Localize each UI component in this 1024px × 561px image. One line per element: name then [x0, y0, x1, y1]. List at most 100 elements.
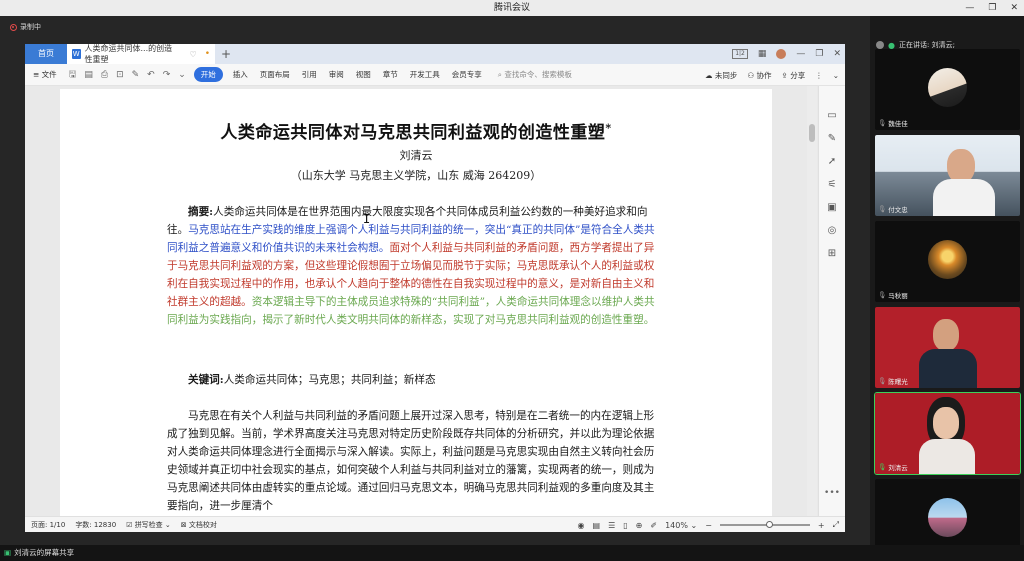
export-pdf-icon[interactable]: ▤ — [84, 70, 93, 80]
tab-pin-icon[interactable]: ♡ — [190, 50, 197, 59]
close-icon[interactable]: ✕ — [1010, 0, 1018, 16]
page-indicator[interactable]: 页面: 1/10 — [31, 520, 65, 530]
document-page[interactable]: 人类命运共同体对马克思共同利益观的创造性重塑* 刘清云 （山东大学 马克思主义学… — [60, 89, 772, 516]
document-canvas[interactable]: 人类命运共同体对马克思共同利益观的创造性重塑* 刘清云 （山东大学 马克思主义学… — [25, 86, 845, 516]
screen-share-status[interactable]: 刘清云的屏幕共享 — [14, 548, 74, 557]
keywords-paragraph: 关键词:人类命运共同体；马克思；共同利益；新样态 — [167, 371, 663, 389]
meeting-titlebar: 腾讯会议 — ❐ ✕ — [0, 0, 1024, 16]
minimize-icon[interactable]: — — [965, 0, 974, 16]
file-menu[interactable]: ≡ 文件 — [33, 69, 57, 80]
abstract-paragraph: 摘要:人类命运共同体是在世界范围内最大限度实现各个共同体成员利益公约数的一种美好… — [167, 203, 663, 365]
status-bar: 页面: 1/10 字数: 12830 ☑ 拼写检查 ⌄ ⊠ 文档校对 ◉ ▤ ☰… — [25, 516, 845, 532]
participant-name-label: 🎙 马秋丽 — [878, 290, 908, 300]
recording-indicator[interactable]: 录制中 — [10, 22, 41, 32]
restore-icon[interactable]: ❐ — [815, 49, 823, 59]
collaborate-button[interactable]: ⚇ 协作 — [747, 70, 771, 81]
spellcheck-toggle[interactable]: ☑ 拼写检查 ⌄ — [126, 520, 171, 530]
tab-document[interactable]: W 人类命运共同体...的创造性重塑 ♡ • — [67, 44, 215, 64]
new-tab-button[interactable]: + — [215, 44, 237, 64]
sync-status-button[interactable]: ☁ 未同步 — [705, 70, 737, 81]
participant-tile[interactable]: 🎙 马秋丽 — [875, 221, 1020, 302]
eye-protect-icon[interactable]: ◉ — [578, 521, 585, 530]
document-affiliation: （山东大学 马克思主义学院，山东 威海 264209） — [290, 169, 542, 182]
document-author: 刘清云 — [399, 149, 433, 162]
page-view-icon[interactable]: ▤ — [593, 521, 601, 530]
save-icon[interactable]: 🖫 — [69, 67, 77, 83]
vertical-scrollbar[interactable] — [807, 86, 817, 516]
search-icon: ⌕ — [497, 70, 502, 79]
command-search-input[interactable]: ⌕ 查找命令、搜索模板 — [498, 69, 572, 80]
share-label: 分享 — [790, 70, 806, 80]
web-view-icon[interactable]: ⊕ — [636, 521, 643, 530]
word-count[interactable]: 字数: 12830 — [75, 520, 116, 530]
collapse-panel-icon[interactable]: ▭ — [827, 110, 836, 121]
menu-tab-developer[interactable]: 开发工具 — [410, 69, 440, 80]
tab-home[interactable]: 首页 — [25, 44, 67, 64]
chevron-down-icon[interactable]: ⌄ — [178, 70, 186, 80]
participant-tile[interactable]: 🎙 付文忠 — [875, 135, 1020, 216]
outline-view-icon[interactable]: ☰ — [608, 521, 615, 530]
proofread-icon: ⊠ — [180, 520, 187, 529]
undo-icon[interactable]: ↶ — [147, 70, 155, 80]
scrollbar-thumb[interactable] — [809, 124, 815, 142]
recording-label: 录制中 — [20, 23, 41, 31]
menu-tab-page-layout[interactable]: 页面布局 — [260, 69, 290, 80]
image-tool-icon[interactable]: ▣ — [827, 202, 836, 213]
zoom-in-button[interactable]: + — [818, 521, 825, 530]
zoom-slider-knob[interactable] — [765, 521, 773, 528]
record-icon — [10, 23, 17, 31]
command-search-placeholder: 查找命令、搜索模板 — [504, 70, 572, 79]
participant-avatar — [928, 240, 967, 279]
menu-tab-review[interactable]: 审阅 — [329, 69, 344, 80]
share-button[interactable]: ⇪ 分享 — [782, 70, 806, 81]
participant-body — [919, 439, 975, 474]
location-pin-icon[interactable]: ◎ — [828, 225, 837, 236]
print-icon[interactable]: ⎙ — [101, 70, 108, 80]
write-mode-icon[interactable]: ✐ — [650, 521, 657, 530]
redo-icon[interactable]: ↷ — [163, 70, 171, 80]
minimize-icon[interactable]: — — [796, 49, 805, 59]
zoom-level: 140% — [665, 520, 688, 530]
participant-tile[interactable]: 🎙 魏佳佳 — [875, 49, 1020, 130]
collapse-ribbon-icon[interactable]: ⌄ — [833, 71, 839, 80]
meeting-bottom-bar: ▣ 刘清云的屏幕共享 — [0, 545, 1024, 561]
collab-icon: ⚇ — [747, 70, 755, 80]
participant-tile-active[interactable]: 🎙 刘清云 — [874, 392, 1021, 475]
book-panel-icon[interactable]: ⊞ — [828, 248, 836, 259]
menu-tab-insert[interactable]: 插入 — [233, 69, 248, 80]
keywords-text: 人类命运共同体；马克思；共同利益；新样态 — [223, 374, 436, 386]
zoom-dropdown[interactable]: 140% ⌄ — [665, 521, 697, 530]
adjust-sliders-icon[interactable]: ⚟ — [828, 179, 837, 190]
more-options-icon[interactable]: ⋮ — [815, 71, 823, 80]
text-cursor-icon: I — [363, 212, 371, 226]
participant-face — [933, 319, 959, 351]
close-icon[interactable]: ✕ — [833, 49, 841, 59]
menu-tab-chapter[interactable]: 章节 — [383, 69, 398, 80]
word-doc-icon: W — [72, 49, 81, 59]
layout-toggle-icon[interactable]: 1|2 — [732, 49, 748, 59]
pen-icon[interactable]: ✎ — [828, 133, 836, 144]
menu-tab-member[interactable]: 会员专享 — [452, 69, 482, 80]
participant-name: 付文忠 — [888, 206, 908, 214]
menu-tab-view[interactable]: 视图 — [356, 69, 371, 80]
reading-view-icon[interactable]: ▯ — [623, 521, 627, 530]
menubar-right-tools: ☁ 未同步 ⚇ 协作 ⇪ 分享 ⋮ ⌄ — [705, 64, 839, 86]
fit-window-icon[interactable]: ⤢ — [833, 520, 839, 530]
zoom-out-button[interactable]: − — [705, 521, 712, 530]
proofread-button[interactable]: ⊠ 文档校对 — [181, 520, 217, 530]
user-avatar[interactable] — [776, 49, 787, 59]
menu-tab-references[interactable]: 引用 — [302, 69, 317, 80]
participant-name: 刘清云 — [888, 464, 908, 472]
grid-apps-icon[interactable]: ▦ — [758, 49, 767, 59]
participant-body — [919, 349, 977, 388]
format-painter-icon[interactable]: ✎ — [132, 70, 140, 80]
zoom-slider[interactable] — [719, 521, 810, 528]
select-cursor-icon[interactable]: ➚ — [828, 156, 836, 167]
restore-icon[interactable]: ❐ — [988, 0, 996, 16]
checkbox-icon: ☑ — [126, 520, 133, 529]
preview-icon[interactable]: ⊡ — [116, 70, 124, 80]
participant-tile[interactable]: 🎙 陈曙光 — [875, 307, 1020, 388]
participant-name: 马秋丽 — [888, 292, 908, 300]
menu-tab-start[interactable]: 开始 — [193, 67, 223, 82]
more-dots-icon[interactable]: ••• — [824, 488, 840, 498]
